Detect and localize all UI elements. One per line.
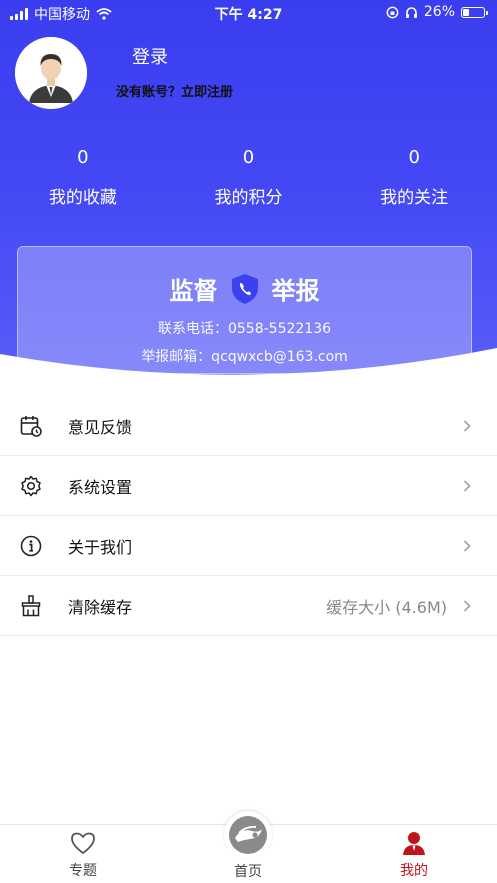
menu-item-clear-cache[interactable]: 清除缓存 缓存大小 (4.6M) [0,576,497,636]
stat-value: 0 [77,147,89,168]
heart-icon [71,832,95,854]
report-card-title: 监督 举报 [18,271,471,306]
broom-icon [21,595,41,617]
shield-phone-icon [231,273,258,304]
status-bar: 中国移动 下午 4:27 26% [0,0,497,26]
tab-mine[interactable]: 我的 [354,825,474,880]
register-prompt: 没有账号？立即注册 [116,81,233,100]
menu-item-settings[interactable]: 系统设置 [0,456,497,516]
info-icon [20,535,42,557]
stat-label: 我的关注 [380,188,449,208]
menu-item-label: 系统设置 [68,477,133,497]
orientation-lock-icon [386,6,399,18]
calendar-clock-icon [20,416,42,437]
register-link[interactable]: 立即注册 [181,85,233,100]
stat-points[interactable]: 0 我的积分 [166,147,332,208]
menu-item-about[interactable]: 关于我们 [0,516,497,576]
menu-item-feedback[interactable]: 意见反馈 [0,396,497,456]
settings-menu: 意见反馈 系统设置 关于我们 清除缓存 缓存大小 (4.6M) [0,396,497,636]
user-avatar-icon [15,37,87,109]
cache-size-value: 缓存大小 (4.6M) [326,597,447,617]
menu-item-label: 意见反馈 [68,417,133,437]
no-account-text: 没有账号？ [116,85,182,100]
gear-icon [21,475,41,497]
tab-label: 专题 [69,863,97,879]
headphones-icon [405,6,417,18]
stat-favorites[interactable]: 0 我的收藏 [0,147,166,208]
stat-label: 我的积分 [214,188,283,208]
menu-item-label: 关于我们 [68,537,133,557]
battery-icon [461,6,488,18]
chevron-right-icon [463,480,471,492]
tab-label: 首页 [234,864,262,880]
tab-topics[interactable]: 专题 [23,825,143,880]
stat-value: 0 [408,147,420,168]
chevron-right-icon [463,540,471,552]
tab-home[interactable]: 首页 [188,811,308,881]
bottom-tab-bar: 专题 首页 我的 [0,811,497,883]
home-logo-frame [224,811,272,859]
stat-label: 我的收藏 [48,188,117,208]
report-title-right: 举报 [271,277,320,305]
chevron-right-icon [463,600,471,612]
stat-following[interactable]: 0 我的关注 [331,147,497,208]
home-logo-icon [229,816,267,854]
avatar[interactable] [15,37,87,109]
login-link[interactable]: 登录 [132,43,168,69]
report-phone: 联系电话：0558-5522136 [157,321,332,337]
menu-item-label: 清除缓存 [68,597,133,617]
chevron-right-icon [463,420,471,432]
tab-label: 我的 [400,863,428,879]
stats-row: 0 我的收藏 0 我的积分 0 我的关注 [0,147,497,208]
stat-value: 0 [242,147,255,168]
person-icon [403,832,425,855]
battery-percent: 26% [423,4,455,20]
header-wave [0,348,497,400]
profile-header: 中国移动 下午 4:27 26% 登录 没有账号？立即注册 0 我的收藏 0 我… [0,0,497,390]
report-title-left: 监督 [169,277,218,305]
